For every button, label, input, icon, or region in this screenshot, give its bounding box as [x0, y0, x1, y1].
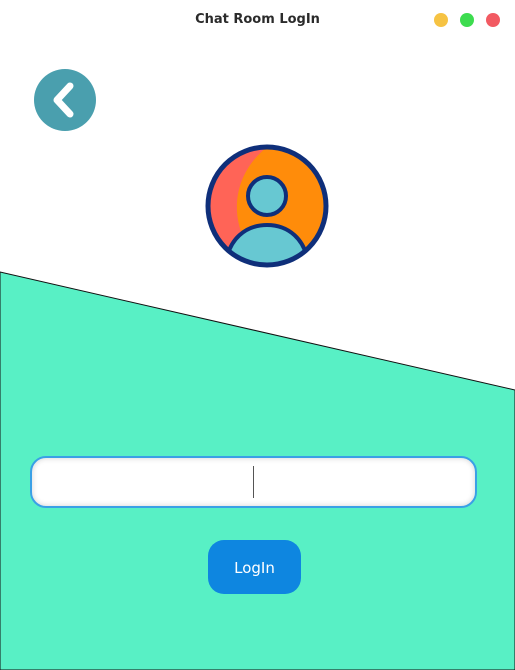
back-button[interactable]: [34, 69, 96, 131]
close-button[interactable]: [486, 13, 500, 27]
title-bar: Chat Room LogIn: [0, 0, 515, 40]
maximize-button[interactable]: [460, 13, 474, 27]
login-button[interactable]: LogIn: [208, 540, 301, 594]
minimize-button[interactable]: [434, 13, 448, 27]
chat-login-window: Chat Room LogIn LogIn: [0, 0, 515, 670]
text-caret: [253, 466, 254, 498]
chevron-left-icon: [53, 82, 74, 118]
user-avatar-icon: [205, 144, 329, 268]
